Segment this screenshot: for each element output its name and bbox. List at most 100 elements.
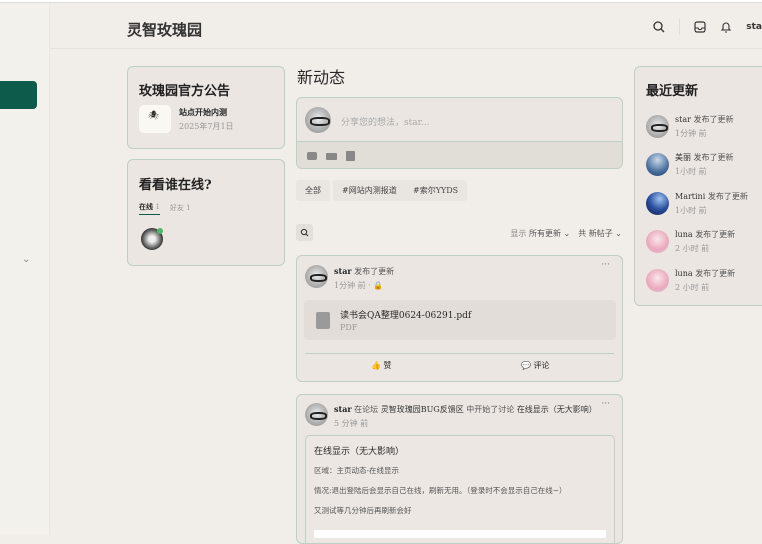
recent-action: 发布了更新	[695, 268, 736, 278]
recent-user[interactable]: 美丽	[675, 153, 691, 162]
post-card: star 发布了更新 1分钟 前 · 🔒 ··· 读书会QA整理0624-062…	[296, 255, 623, 382]
recent-action: 发布了更新	[693, 153, 734, 163]
announcement-card: 玫瑰园官方公告 🕷 站点开始内测 2025年7月1日	[127, 66, 285, 149]
user-avatar	[305, 107, 331, 133]
announcement-item-date: 2025年7月1日	[179, 121, 234, 131]
video-icon[interactable]	[326, 152, 337, 160]
recent-action: 发布了更新	[695, 230, 736, 240]
recent-action: 发布了更新	[693, 114, 734, 124]
bell-icon[interactable]	[720, 21, 732, 33]
recent-user[interactable]: Martini	[675, 192, 705, 201]
more-menu-icon[interactable]: ···	[601, 399, 610, 409]
recent-action: 发布了更新	[707, 191, 748, 201]
recent-time: 1小时 前	[675, 167, 707, 177]
spider-thumbnail: 🕷	[139, 105, 171, 133]
screenshot-image	[314, 530, 606, 538]
discussion-line: 情况:退出登陆后会显示自己在线，刷新无用。（登录时不会显示自己在线~）	[314, 486, 567, 495]
discussion-preview[interactable]: 在线显示（无大影响） 区域：主页动态-在线显示 情况:退出登陆后会显示自己在线，…	[305, 435, 615, 543]
online-status-dot	[157, 228, 163, 234]
like-button[interactable]: 👍 赞	[371, 360, 392, 371]
tab-label: 好友	[169, 203, 184, 212]
recent-item[interactable]: luna 发布了更新 2 小时 前	[646, 261, 748, 300]
tag-beta-report[interactable]: #网站内测报道	[333, 180, 406, 201]
chevron-down-icon[interactable]: ⌄	[22, 254, 30, 265]
recent-updates-card: 最近更新 star 发布了更新 1分钟 前 美丽 发布了更新 1小时 前 Mar…	[634, 66, 762, 306]
filter-value: 所有更新	[528, 229, 561, 238]
tag-thor[interactable]: #索尔YYDS	[404, 180, 468, 201]
document-icon[interactable]	[346, 151, 355, 161]
file-name: 读书会QA整理0624-06291.pdf	[340, 311, 472, 321]
recent-item[interactable]: Martini 发布了更新 1小时 前	[646, 184, 748, 223]
recent-time: 2 小时 前	[675, 282, 710, 292]
recent-item[interactable]: 美丽 发布了更新 1小时 前	[646, 146, 748, 185]
filter-show-dropdown[interactable]: 显示 所有更新 ⌄	[510, 228, 570, 239]
divider	[305, 353, 614, 354]
tab-label: 在线	[139, 202, 153, 211]
user-avatar[interactable]	[305, 403, 328, 426]
recent-user[interactable]: star	[675, 115, 691, 124]
user-avatar[interactable]	[646, 230, 669, 254]
more-menu-icon[interactable]: ···	[601, 260, 610, 270]
post-action: 中开始了讨论	[466, 405, 515, 414]
recent-title: 最近更新	[646, 84, 699, 99]
online-title: 看看谁在线?	[139, 178, 212, 193]
header: 灵智玫瑰园 sta	[50, 4, 762, 49]
filter-label: 显示	[510, 229, 527, 238]
tab-count: 1	[186, 203, 191, 212]
recent-item[interactable]: luna 发布了更新 2 小时 前	[646, 223, 748, 262]
comment-label: 评论	[533, 361, 550, 370]
post-author[interactable]: star	[334, 266, 352, 276]
recent-time: 1分钟 前	[675, 128, 707, 138]
discussion-title: 在线显示（无大影响）	[314, 447, 405, 457]
announcement-title: 玫瑰园官方公告	[139, 84, 231, 99]
user-menu[interactable]: sta	[746, 22, 762, 32]
recent-user[interactable]: luna	[675, 269, 693, 278]
user-avatar[interactable]	[646, 191, 669, 215]
filter-label: 共	[578, 229, 587, 238]
topic-link[interactable]: 在线显示（无大影响）	[517, 405, 597, 414]
post-time[interactable]: 1分钟 前	[334, 281, 366, 290]
post-action: 在论坛	[354, 405, 379, 414]
recent-time: 2 小时 前	[675, 244, 710, 254]
sidebar: ⌄	[0, 4, 50, 534]
composer: 分享您的想法，star...	[296, 97, 623, 169]
filter-count-dropdown[interactable]: 共 新帖子 ⌄	[578, 228, 622, 239]
announcement-item[interactable]: 🕷 站点开始内测 2025年7月1日	[139, 105, 234, 133]
discussion-line: 区域：主页动态-在线显示	[314, 466, 400, 475]
lock-icon: 🔒	[373, 281, 384, 290]
user-avatar[interactable]	[646, 114, 669, 138]
like-label: 赞	[383, 361, 392, 370]
search-icon[interactable]	[653, 21, 665, 33]
post-action: 发布了更新	[354, 267, 395, 276]
tab-friends[interactable]: 好友 1	[170, 203, 191, 215]
recent-time: 1小时 前	[675, 205, 707, 215]
user-avatar[interactable]	[646, 268, 669, 292]
feed-title: 新动态	[297, 68, 346, 87]
user-avatar[interactable]	[305, 265, 328, 288]
composer-input[interactable]: 分享您的想法，star...	[341, 115, 430, 128]
tab-online[interactable]: 在线 1	[139, 202, 160, 215]
pdf-icon	[316, 312, 330, 329]
announcement-item-title: 站点开始内测	[179, 106, 227, 117]
recent-item[interactable]: star 发布了更新 1分钟 前	[646, 107, 748, 146]
divider	[679, 19, 681, 35]
camera-icon[interactable]	[307, 152, 317, 160]
filter-value: 新帖子	[588, 229, 613, 238]
tag-all[interactable]: 全部	[296, 180, 330, 201]
feed-search-button[interactable]	[296, 224, 313, 241]
sidebar-active-item[interactable]	[0, 81, 37, 109]
post-time[interactable]: 5 分钟 前	[334, 418, 597, 429]
inbox-icon[interactable]	[694, 21, 706, 33]
discussion-line: 又测试等几分钟后再刷新会好	[314, 506, 412, 515]
tab-count: 1	[155, 203, 160, 211]
comment-button[interactable]: 💬 评论	[521, 360, 550, 371]
forum-link[interactable]: 灵智玫瑰园BUG反馈区	[381, 405, 464, 414]
site-title[interactable]: 灵智玫瑰园	[127, 19, 202, 40]
search-icon	[300, 228, 309, 237]
file-type: PDF	[340, 323, 358, 332]
post-card: star 在论坛 灵智玫瑰园BUG反馈区 中开始了讨论 在线显示（无大影响） 5…	[296, 394, 623, 544]
post-author[interactable]: star	[334, 404, 352, 414]
user-avatar[interactable]	[646, 153, 669, 177]
file-attachment[interactable]: 读书会QA整理0624-06291.pdf PDF	[304, 300, 616, 340]
recent-user[interactable]: luna	[675, 230, 693, 239]
